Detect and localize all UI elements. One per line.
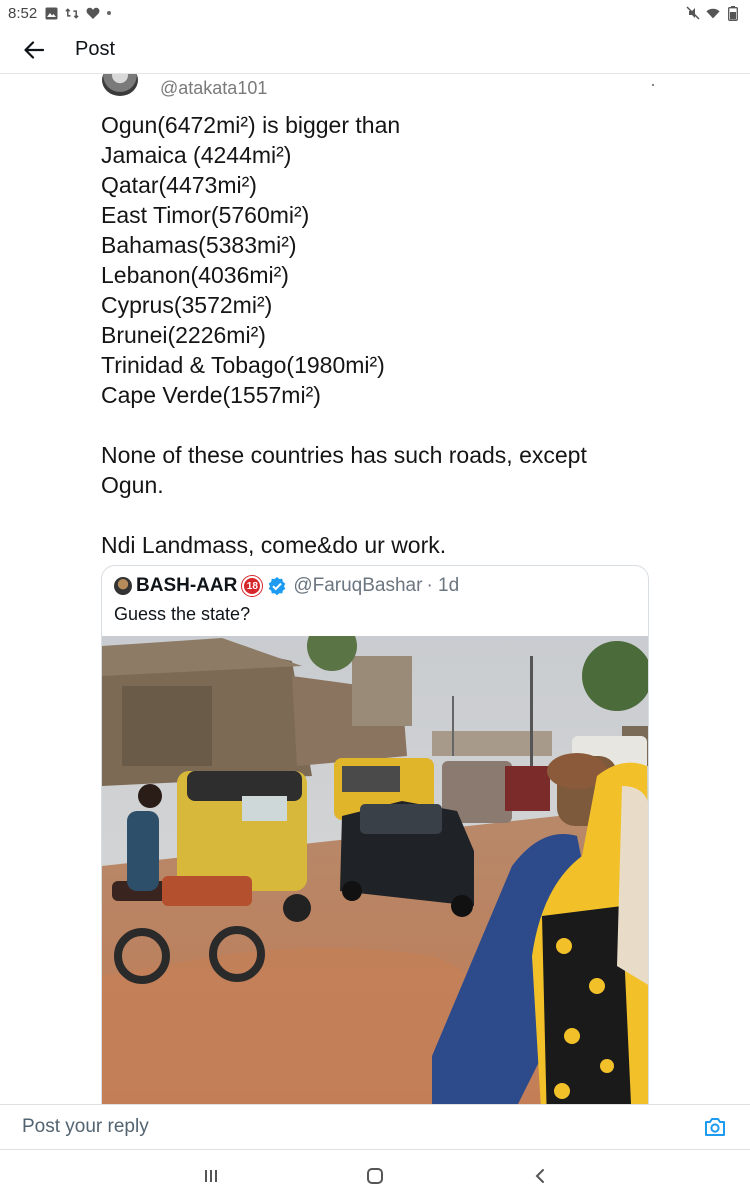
top-app-bar: Post bbox=[0, 26, 750, 74]
quoted-author-handle: @FaruqBashar bbox=[293, 575, 423, 596]
mute-icon bbox=[686, 6, 700, 20]
post-text-line: Brunei(2226mi²) bbox=[101, 322, 266, 348]
author-handle[interactable]: @atakata101 bbox=[160, 78, 267, 99]
reply-input[interactable]: Post your reply bbox=[22, 1116, 700, 1138]
post-text-line: Bahamas(5383mi²) bbox=[101, 232, 297, 258]
camera-icon[interactable] bbox=[700, 1112, 730, 1142]
post-text-line: Ogun. bbox=[101, 472, 164, 498]
post-text-line: Trinidad & Tobago(1980mi²) bbox=[101, 352, 385, 378]
post-text-line: East Timor(5760mi²) bbox=[101, 202, 310, 228]
post-text-line: Ogun(6472mi²) is bigger than bbox=[101, 112, 401, 138]
post-text-line bbox=[101, 410, 661, 440]
page-title: Post bbox=[75, 38, 116, 60]
quoted-post-time: · 1d bbox=[426, 575, 460, 596]
post-text-line: Qatar(4473mi²) bbox=[101, 172, 257, 198]
quoted-post-photo[interactable] bbox=[102, 621, 648, 1104]
status-bar: 8:52 bbox=[0, 0, 750, 26]
gallery-icon bbox=[44, 6, 58, 20]
post-text-line: Ndi Landmass, come&do ur work. bbox=[101, 532, 447, 558]
recents-icon[interactable] bbox=[198, 1163, 224, 1189]
post-text-line: Lebanon(4036mi²) bbox=[101, 262, 289, 288]
age-badge: 18 bbox=[242, 576, 263, 596]
battery-icon bbox=[726, 5, 740, 21]
verified-badge-icon bbox=[267, 576, 287, 596]
post-text: Ogun(6472mi²) is bigger than Jamaica (424… bbox=[101, 110, 661, 560]
post-text-line bbox=[101, 500, 661, 530]
heart-icon bbox=[86, 6, 100, 20]
post-text-line: Jamaica (4244mi²) bbox=[101, 142, 292, 168]
author-avatar[interactable] bbox=[102, 74, 138, 96]
quoted-post[interactable]: BASH-AAR 18 @FaruqBashar · 1d Guess the … bbox=[101, 565, 649, 1104]
more-options-icon[interactable] bbox=[651, 74, 655, 87]
system-nav-bar bbox=[0, 1150, 750, 1200]
status-left: 8:52 bbox=[8, 4, 112, 22]
quoted-author-avatar bbox=[114, 577, 132, 595]
post: @atakata101 Ogun(6472mi²) is bigger than… bbox=[0, 74, 750, 1104]
quoted-post-header: BASH-AAR 18 @FaruqBashar · 1d bbox=[114, 575, 459, 597]
post-text-line: None of these countries has such roads, … bbox=[101, 442, 587, 468]
nav-back-icon[interactable] bbox=[527, 1163, 553, 1189]
notification-dot-icon bbox=[107, 11, 112, 15]
home-icon[interactable] bbox=[362, 1163, 388, 1189]
retweet-icon bbox=[65, 6, 79, 20]
quoted-post-text: Guess the state? bbox=[114, 604, 251, 624]
post-text-line: Cape Verde(1557mi²) bbox=[101, 382, 321, 408]
quoted-author-name: BASH-AAR bbox=[136, 575, 238, 596]
status-time: 8:52 bbox=[8, 4, 38, 22]
post-text-line: Cyprus(3572mi²) bbox=[101, 292, 273, 318]
status-right bbox=[686, 5, 740, 21]
wifi-icon bbox=[706, 6, 720, 20]
reply-composer: Post your reply bbox=[0, 1104, 750, 1150]
back-arrow-icon[interactable] bbox=[12, 28, 56, 72]
